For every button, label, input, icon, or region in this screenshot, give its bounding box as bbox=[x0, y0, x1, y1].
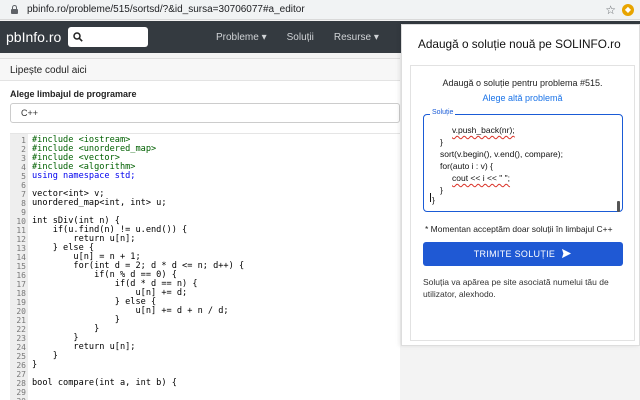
panel-card: Adaugă o soluție pentru problema #515. A… bbox=[410, 65, 635, 341]
url-text[interactable]: pbinfo.ro/probleme/515/sortsd/?&id_sursa… bbox=[27, 4, 305, 15]
line-number: 21 bbox=[16, 316, 26, 325]
line-number: 28 bbox=[16, 379, 26, 388]
line-number: 12 bbox=[16, 235, 26, 244]
browser-address-bar[interactable]: pbinfo.ro/probleme/515/sortsd/?&id_sursa… bbox=[0, 0, 640, 20]
screen: pbinfo.ro/probleme/515/sortsd/?&id_sursa… bbox=[0, 0, 640, 400]
line-number: 10 bbox=[16, 217, 26, 226]
line-number: 16 bbox=[16, 271, 26, 280]
line-number: 25 bbox=[16, 352, 26, 361]
site-brand[interactable]: pbInfo.ro bbox=[6, 29, 62, 45]
line-number: 29 bbox=[16, 388, 26, 397]
code-editor[interactable]: 1 2 3 4 5 6 7 8 9 10 11 12 13 14 15 16 1… bbox=[10, 133, 400, 400]
line-number: 3 bbox=[21, 154, 26, 163]
line-number: 19 bbox=[16, 298, 26, 307]
line-number: 13 bbox=[16, 244, 26, 253]
solution-line: } bbox=[432, 195, 435, 205]
panel-title: Adaugă o soluție nouă pe SOLINFO.ro bbox=[418, 37, 621, 51]
line-number: 14 bbox=[16, 253, 26, 262]
nav-probleme[interactable]: Probleme ▾ bbox=[216, 32, 267, 43]
line-number: 11 bbox=[16, 226, 26, 235]
send-icon bbox=[561, 248, 572, 261]
card-title: Lipește codul aici bbox=[0, 59, 400, 81]
text-caret bbox=[430, 193, 431, 202]
choose-other-problem-link[interactable]: Alege altă problemă bbox=[411, 93, 634, 103]
line-number: 1 bbox=[21, 136, 26, 145]
line-number: 8 bbox=[21, 199, 26, 208]
nav-solutii[interactable]: Soluții bbox=[287, 32, 314, 43]
submit-solution-button[interactable]: TRIMITE SOLUȚIE bbox=[423, 242, 623, 266]
solution-line: for(auto i : v) { bbox=[440, 161, 493, 171]
code-card: Lipește codul aici Alege limbajul de pro… bbox=[0, 58, 400, 400]
solution-line: } bbox=[440, 185, 443, 195]
solution-info: Soluția va apărea pe site asociată numel… bbox=[423, 277, 609, 299]
line-number: 9 bbox=[21, 208, 26, 217]
line-number: 2 bbox=[21, 145, 26, 154]
solution-line: cout << i << " "; bbox=[452, 173, 511, 183]
code-line: using namespace std; bbox=[32, 171, 136, 181]
line-number: 26 bbox=[16, 361, 26, 370]
solution-line: sort(v.begin(), v.end(), compare); bbox=[440, 149, 563, 159]
star-icon[interactable]: ☆ bbox=[605, 3, 616, 17]
lock-icon bbox=[10, 5, 19, 14]
line-number: 5 bbox=[21, 172, 26, 181]
nav-resurse[interactable]: Resurse ▾ bbox=[334, 32, 379, 43]
solution-line: v.push_back(nr); bbox=[452, 125, 515, 135]
code-line: unordered_map<int, int> u; bbox=[32, 198, 167, 208]
line-gutter: 1 2 3 4 5 6 7 8 9 10 11 12 13 14 15 16 1… bbox=[10, 134, 28, 400]
solution-label: Soluție bbox=[430, 109, 456, 116]
line-number: 7 bbox=[21, 190, 26, 199]
search-input[interactable] bbox=[68, 27, 148, 47]
code-line: bool compare(int a, int b) { bbox=[32, 378, 177, 388]
search-icon[interactable] bbox=[68, 27, 88, 47]
textarea-scrollbar[interactable] bbox=[617, 201, 620, 212]
line-number: 22 bbox=[16, 325, 26, 334]
line-number: 23 bbox=[16, 334, 26, 343]
extension-icon[interactable]: ◆ bbox=[622, 4, 634, 16]
language-select[interactable]: C++ bbox=[10, 103, 400, 123]
solinfo-panel: Adaugă o soluție nouă pe SOLINFO.ro Adau… bbox=[401, 24, 640, 346]
line-number: 6 bbox=[21, 181, 26, 190]
line-number: 27 bbox=[16, 370, 26, 379]
panel-subtitle: Adaugă o soluție pentru problema #515. bbox=[442, 78, 603, 88]
line-number: 20 bbox=[16, 307, 26, 316]
line-number: 4 bbox=[21, 163, 26, 172]
code-line: } bbox=[32, 360, 38, 370]
language-note: * Momentan acceptăm doar soluții în limb… bbox=[425, 224, 613, 234]
submit-solution-label: TRIMITE SOLUȚIE bbox=[473, 249, 556, 259]
solution-textarea[interactable]: Soluție v.push_back(nr); } sort(v.begin(… bbox=[423, 109, 623, 212]
line-number: 15 bbox=[16, 262, 26, 271]
solution-line: } bbox=[440, 137, 443, 147]
line-number: 18 bbox=[16, 289, 26, 298]
language-label: Alege limbajul de programare bbox=[10, 89, 137, 99]
line-number: 17 bbox=[16, 280, 26, 289]
line-number: 24 bbox=[16, 343, 26, 352]
